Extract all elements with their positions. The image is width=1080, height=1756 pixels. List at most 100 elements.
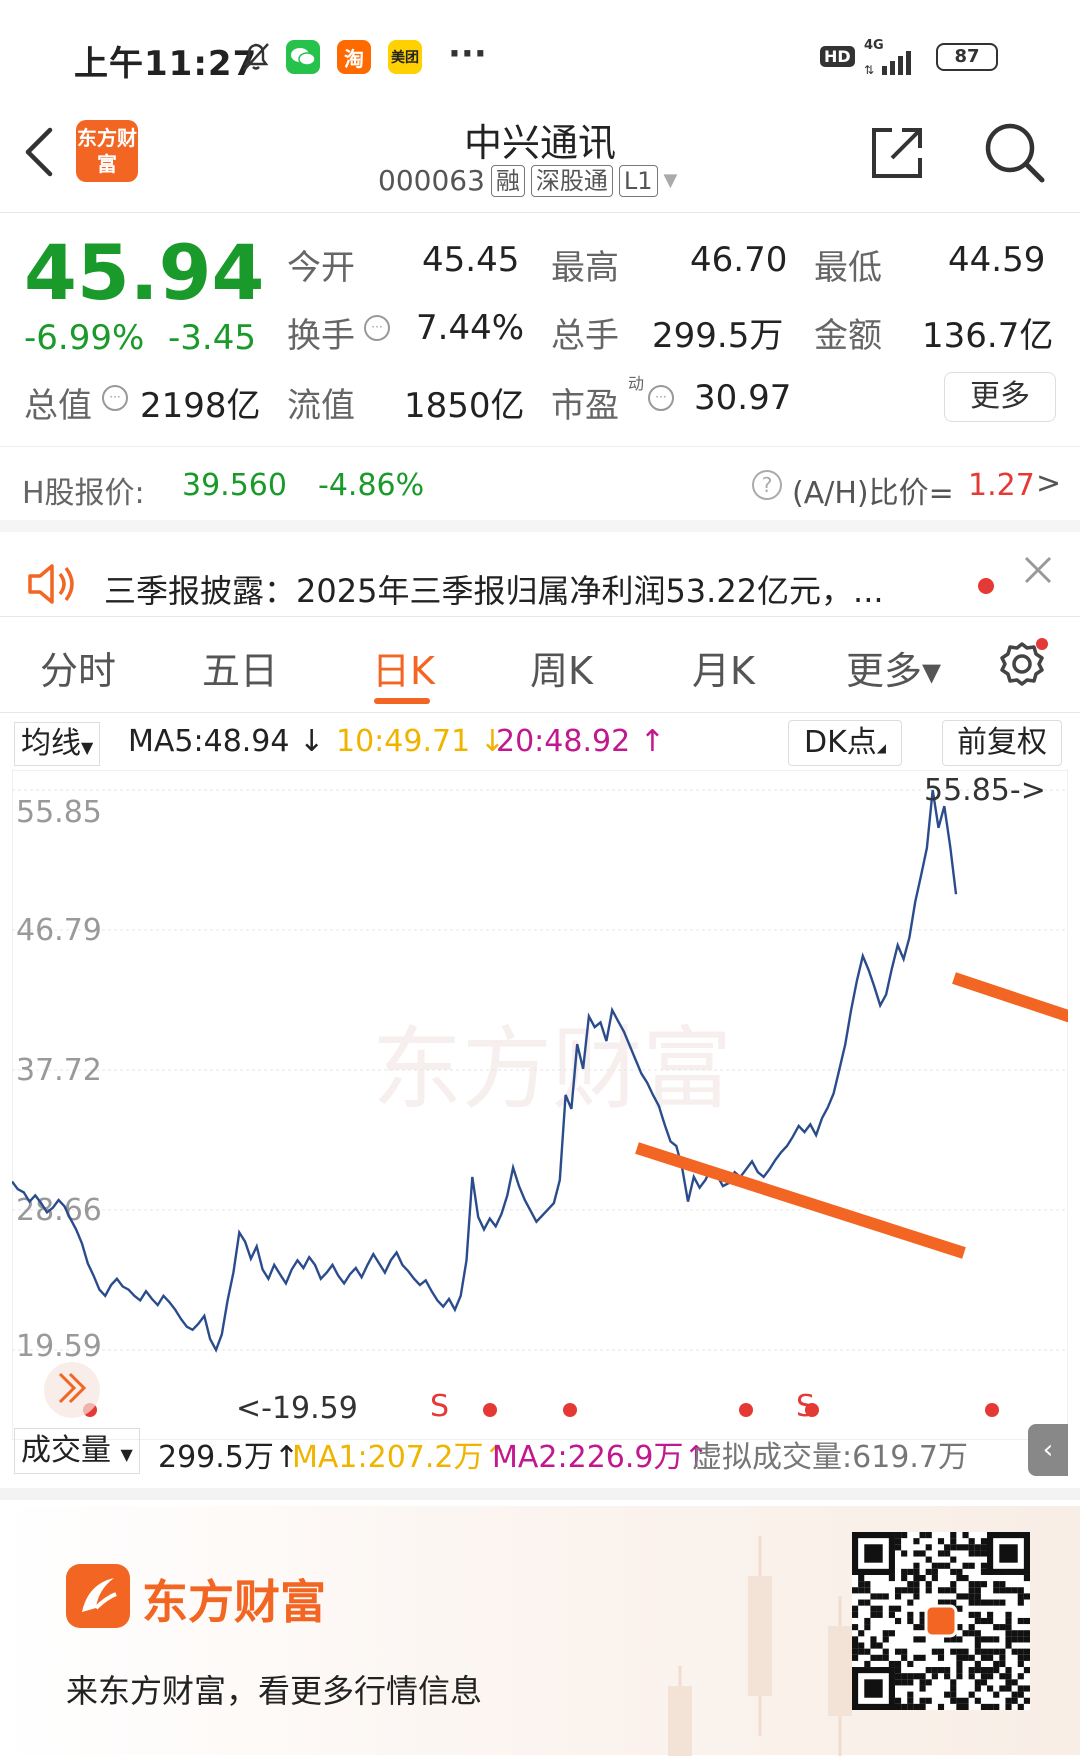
virtual-volume: 虚拟成交量:619.7万: [692, 1440, 968, 1475]
tab-intraday[interactable]: 分时: [40, 640, 116, 695]
brand-logo-icon: [66, 1564, 130, 1628]
max-label: 55.85->: [924, 773, 1046, 808]
hshare-change: -4.86%: [318, 468, 425, 503]
help-icon[interactable]: ?: [752, 470, 782, 500]
market-cap-value: 2198亿: [140, 386, 261, 426]
info-icon[interactable]: ···: [364, 315, 390, 341]
hshare-price: 39.560: [182, 468, 287, 503]
info-icon[interactable]: ···: [102, 385, 128, 411]
amount-label: 金额: [814, 316, 882, 356]
decorative-candles: [668, 1536, 852, 1756]
volume-selector[interactable]: 成交量 ▼: [14, 1428, 140, 1474]
volume-ma2: MA2:226.9万↑: [492, 1440, 709, 1475]
y-tick-label: 28.66: [16, 1193, 102, 1228]
signal-dot: [563, 1403, 577, 1417]
amount-value: 136.7亿: [922, 316, 1054, 356]
min-label: <-19.59: [236, 1391, 358, 1426]
dk-button[interactable]: DK点◢: [788, 720, 902, 766]
change-percent: -6.99%: [24, 318, 145, 358]
high-label: 最高: [551, 248, 619, 288]
info-icon[interactable]: ···: [648, 385, 674, 411]
low-value: 44.59: [948, 240, 1046, 280]
volume-label: 总手: [551, 316, 619, 356]
banner-slogan: 来东方财富，看更多行情信息: [66, 1672, 483, 1710]
promo-banner[interactable]: 东方财富 来东方财富，看更多行情信息: [0, 1506, 1080, 1756]
float-cap-value: 1850亿: [404, 386, 525, 426]
adjust-button[interactable]: 前复权: [942, 720, 1062, 766]
meituan-icon: 美团: [388, 40, 422, 74]
pe-label: 市盈: [551, 386, 619, 426]
qr-code-image: [852, 1532, 1030, 1710]
close-icon[interactable]: [1022, 554, 1054, 586]
gear-icon[interactable]: [998, 638, 1048, 688]
volume-ma1-text: MA1:207.2万: [292, 1440, 484, 1475]
signal-dot: [483, 1403, 497, 1417]
divider: [0, 446, 1080, 447]
ah-ratio-label[interactable]: (A/H)比价=: [792, 468, 954, 512]
signal-dot: [805, 1403, 819, 1417]
high-value: 46.70: [690, 240, 788, 280]
stock-code: 000063: [378, 164, 485, 197]
tab-five-day[interactable]: 五日: [202, 640, 278, 695]
divider: [0, 616, 1080, 617]
change-amount: -3.45: [168, 318, 256, 358]
ma20-text: 20:48.92: [496, 724, 631, 759]
y-tick-label: 46.79: [16, 913, 102, 948]
stock-code-row[interactable]: 000063 融 深股通 L1 ▼: [378, 164, 677, 197]
low-label: 最低: [814, 248, 882, 288]
market-cap-label: 总值: [24, 386, 92, 426]
collapse-button[interactable]: ‹: [1028, 1424, 1068, 1476]
tab-daily-k[interactable]: 日K: [372, 640, 435, 695]
hd-icon: HD: [820, 46, 855, 67]
volume-ma2-text: MA2:226.9万: [492, 1440, 684, 1475]
svg-text:⇅: ⇅: [864, 63, 874, 76]
tag-connect: 深股通: [530, 164, 613, 197]
double-chevron-icon: [44, 1362, 100, 1418]
share-icon[interactable]: [868, 124, 926, 182]
volume-ma1: MA1:207.2万↑: [292, 1440, 509, 1475]
brand-name: 东方财富: [142, 1575, 326, 1629]
speaker-icon: [24, 562, 78, 606]
ma-selector-label: 均线: [21, 726, 81, 761]
ma-selector[interactable]: 均线▼: [14, 722, 101, 766]
sell-signal: S: [430, 1389, 449, 1424]
ah-ratio-value[interactable]: 1.27: [968, 468, 1035, 503]
tag-margin: 融: [490, 164, 525, 197]
more-notifications: ···: [448, 34, 487, 74]
tab-more[interactable]: 更多▾: [846, 640, 941, 695]
y-tick-label: 55.85: [16, 795, 102, 830]
battery-icon: 87: [936, 43, 998, 71]
pe-superscript: 动: [628, 374, 645, 393]
notice-dot: [978, 578, 994, 594]
volume-current-text: 299.5万: [158, 1440, 274, 1475]
turnover-value: 7.44%: [416, 308, 525, 348]
y-tick-label: 19.59: [16, 1329, 102, 1364]
ma5-text: MA5:48.94: [128, 724, 290, 759]
volume-current: 299.5万↑: [158, 1440, 300, 1475]
taobao-icon: 淘: [337, 40, 371, 74]
volume-value: 299.5万: [652, 316, 784, 356]
section-separator: [0, 520, 1080, 532]
pe-value: 30.97: [694, 378, 792, 418]
battery-level: 87: [954, 46, 980, 67]
signal-dot: [739, 1403, 753, 1417]
status-bar: 上午11:27 淘 美团 ··· HD 4G ⇅ 87: [0, 0, 1080, 100]
ma5-value: MA5:48.94 ↓: [128, 724, 325, 759]
chevron-right-icon[interactable]: >: [1036, 466, 1061, 501]
divider: [0, 712, 1080, 713]
kline-chart[interactable]: 东方财富 55.8546.7937.7228.6619.59 55.85-> <…: [12, 770, 1068, 1440]
turnover-label: 换手: [287, 316, 355, 356]
more-button[interactable]: 更多: [944, 372, 1056, 422]
float-cap-label: 流值: [287, 386, 355, 426]
signal-icon: ⇅: [864, 48, 924, 77]
notice-text[interactable]: 三季报披露：2025年三季报归属净利润53.22亿元，...: [104, 566, 944, 612]
current-price: 45.94: [24, 228, 265, 317]
tab-weekly-k[interactable]: 周K: [530, 640, 593, 695]
tag-level: L1: [618, 164, 658, 197]
search-icon[interactable]: [982, 120, 1048, 186]
hshare-label: H股报价:: [22, 476, 145, 511]
open-label: 今开: [287, 248, 355, 288]
ma10-text: 10:49.71: [336, 724, 471, 759]
tab-monthly-k[interactable]: 月K: [692, 640, 755, 695]
wechat-icon: [286, 40, 320, 74]
